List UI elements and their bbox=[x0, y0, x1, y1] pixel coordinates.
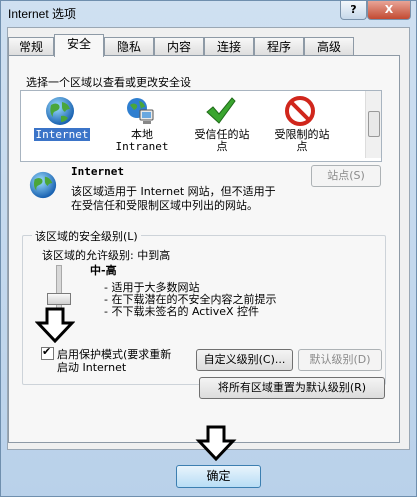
help-button[interactable]: ? bbox=[340, 1, 367, 20]
security-level-slider-thumb[interactable] bbox=[47, 293, 71, 305]
down-arrow-icon bbox=[35, 307, 75, 343]
tab-content[interactable]: 内容 bbox=[154, 37, 204, 56]
window-title: Internet 选项 bbox=[8, 7, 77, 21]
tab-programs[interactable]: 程序 bbox=[254, 37, 304, 56]
title-bar[interactable]: Internet 选项 ? X bbox=[1, 1, 416, 27]
zone-restricted-sites[interactable]: 受限制的站 点 bbox=[264, 91, 340, 159]
protected-mode-label-line2: 启动 Internet bbox=[57, 361, 127, 374]
zone-list-scrollbar[interactable] bbox=[365, 91, 381, 158]
restricted-icon bbox=[285, 96, 315, 126]
intranet-icon bbox=[127, 98, 154, 124]
protected-mode-checkbox[interactable]: ✔ bbox=[41, 345, 54, 360]
tab-general[interactable]: 常规 bbox=[8, 37, 54, 56]
zone-local-intranet[interactable]: 本地 Intranet bbox=[104, 91, 180, 159]
level-bullet-3: - 不下载未签名的 ActiveX 控件 bbox=[104, 305, 260, 318]
checkmark-icon: ✔ bbox=[42, 345, 52, 358]
default-level-button[interactable]: 默认级别(D) bbox=[298, 349, 382, 371]
selected-zone-globe-icon bbox=[29, 171, 57, 199]
ok-button[interactable]: 确定 bbox=[176, 465, 261, 488]
zone-restricted-line2: 点 bbox=[296, 140, 308, 153]
tab-advanced[interactable]: 高级 bbox=[304, 37, 354, 56]
security-level-label: 该区域的安全级别(L) bbox=[32, 228, 141, 244]
sites-button[interactable]: 站点(S) bbox=[311, 165, 381, 187]
zone-intranet-line2: Intranet bbox=[115, 140, 169, 153]
zone-list[interactable]: Internet 本地 Intranet 受信任的站 点 受限制的站 点 bbox=[20, 90, 382, 162]
globe-icon bbox=[46, 97, 74, 125]
down-arrow-icon-2 bbox=[195, 425, 237, 461]
tab-security[interactable]: 安全 bbox=[54, 34, 104, 57]
custom-level-button[interactable]: 自定义级别(C)... bbox=[196, 349, 293, 371]
reset-all-zones-button[interactable]: 将所有区域重置为默认级别(R) bbox=[199, 377, 385, 399]
allowed-levels-text: 该区域的允许级别: 中到高 bbox=[42, 249, 171, 262]
zone-internet-label: Internet bbox=[33, 128, 91, 141]
tab-connections[interactable]: 连接 bbox=[204, 37, 254, 56]
security-level-name: 中-高 bbox=[90, 264, 117, 277]
tab-privacy[interactable]: 隐私 bbox=[104, 37, 154, 56]
close-button[interactable]: X bbox=[367, 1, 411, 20]
zone-trusted-line2: 点 bbox=[216, 140, 228, 153]
zone-trusted-sites[interactable]: 受信任的站 点 bbox=[184, 91, 260, 159]
zone-internet[interactable]: Internet bbox=[24, 91, 100, 159]
zone-prompt: 选择一个区域以查看或更改安全设 bbox=[26, 76, 191, 89]
check-icon bbox=[206, 97, 236, 124]
selected-zone-name: Internet bbox=[71, 165, 124, 178]
scrollbar-thumb[interactable] bbox=[368, 111, 380, 137]
selected-zone-desc-line2: 在受信任和受限制区域中列出的网站。 bbox=[71, 199, 258, 212]
